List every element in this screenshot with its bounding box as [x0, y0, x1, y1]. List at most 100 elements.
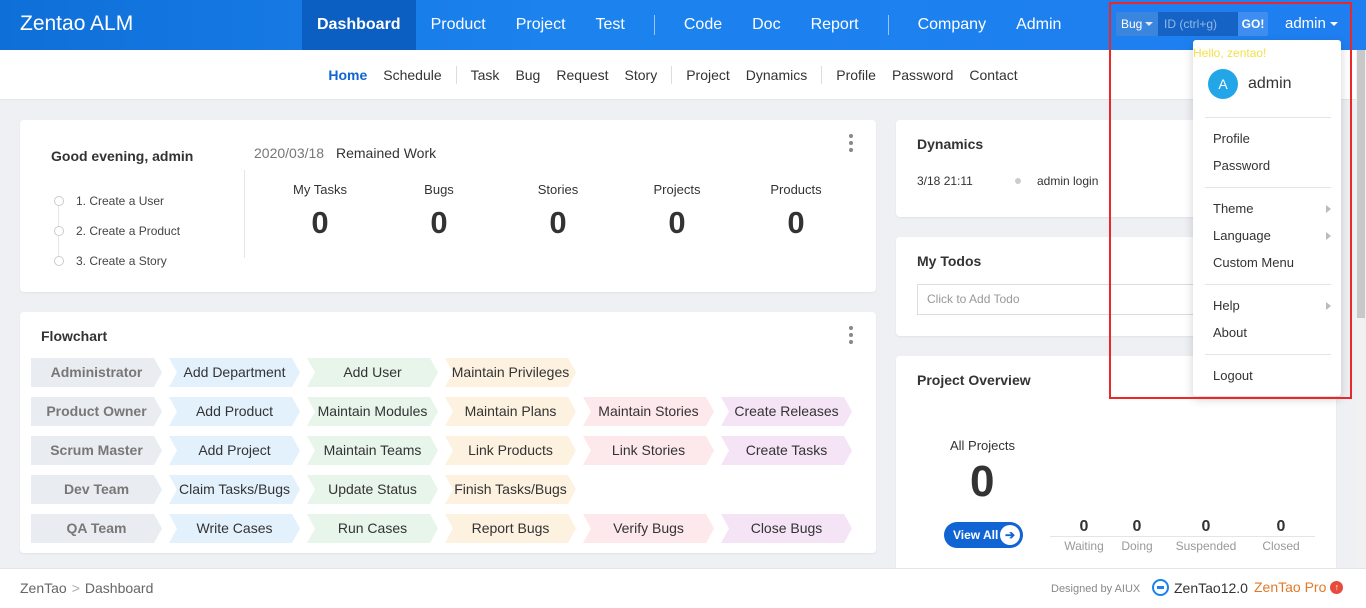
stat-label: Stories [537, 182, 579, 197]
stat-bugs[interactable]: Bugs 0 [379, 182, 499, 241]
version-text: ZenTao12.0 [1174, 579, 1248, 596]
flow-step[interactable]: Finish Tasks/Bugs [445, 475, 576, 504]
step-label: 2. Create a Product [76, 224, 181, 238]
project-stat-suspended[interactable]: 0 Suspended [1170, 518, 1242, 553]
flow-step[interactable]: Update Status [307, 475, 438, 504]
step-item[interactable]: 2. Create a Product [54, 216, 180, 246]
subnav-contact[interactable]: Contact [961, 67, 1025, 83]
flow-step[interactable]: Link Stories [583, 436, 714, 465]
flow-step[interactable]: Write Cases [169, 514, 300, 543]
subnav-schedule[interactable]: Schedule [375, 67, 449, 83]
nav-project[interactable]: Project [501, 0, 581, 50]
main-nav: Dashboard Product Project Test Code Doc … [302, 0, 1076, 50]
arrow-right-icon: ➔ [1000, 525, 1020, 545]
flow-row-scrum-master: Scrum Master Add Project Maintain Teams … [31, 436, 859, 465]
app-title[interactable]: Zentao ALM [20, 12, 133, 36]
project-stat-waiting[interactable]: 0 Waiting [1056, 518, 1112, 553]
flow-row-administrator: Administrator Add Department Add User Ma… [31, 358, 583, 387]
more-options-icon[interactable] [849, 134, 853, 152]
subnav-story[interactable]: Story [617, 67, 666, 83]
subnav-request[interactable]: Request [548, 67, 616, 83]
flow-step[interactable]: Report Bugs [445, 514, 576, 543]
stat-products[interactable]: Products 0 [736, 182, 856, 241]
flow-step[interactable]: Create Releases [721, 397, 852, 426]
flow-step[interactable]: Verify Bugs [583, 514, 714, 543]
step-item[interactable]: 3. Create a Story [54, 246, 180, 276]
bullet-icon [1015, 178, 1021, 184]
flow-step[interactable]: Maintain Stories [583, 397, 714, 426]
flow-step[interactable]: Close Bugs [721, 514, 852, 543]
nav-admin[interactable]: Admin [1001, 0, 1076, 50]
subnav-home[interactable]: Home [320, 67, 375, 83]
breadcrumb-separator-icon: > [71, 580, 80, 596]
stat-value: 0 [1201, 518, 1211, 535]
step-item[interactable]: 1. Create a User [54, 186, 180, 216]
dynamics-time: 3/18 21:11 [917, 174, 973, 188]
more-options-icon[interactable] [849, 326, 853, 344]
nav-divider [653, 15, 655, 35]
scrollbar-thumb[interactable] [1357, 50, 1365, 318]
flow-step[interactable]: Maintain Modules [307, 397, 438, 426]
dynamics-text[interactable]: admin login [1037, 174, 1098, 188]
view-all-button[interactable]: View All ➔ [944, 522, 1023, 548]
subnav-password[interactable]: Password [884, 67, 961, 83]
flow-step[interactable]: Create Tasks [721, 436, 852, 465]
todos-title: My Todos [917, 253, 982, 269]
greeting-text: Good evening, admin [51, 148, 194, 164]
all-projects-label: All Projects [950, 438, 1016, 453]
stat-stories[interactable]: Stories 0 [498, 182, 618, 241]
nav-company[interactable]: Company [903, 0, 1001, 50]
project-stat-closed[interactable]: 0 Closed [1256, 518, 1306, 553]
subnav-profile[interactable]: Profile [828, 67, 884, 83]
nav-report[interactable]: Report [796, 0, 874, 50]
subnav-dynamics[interactable]: Dynamics [738, 67, 815, 83]
flow-role: QA Team [31, 514, 162, 543]
upgrade-icon: ↑ [1330, 580, 1344, 594]
nav-test[interactable]: Test [581, 0, 640, 50]
zentao-logo-icon [1152, 579, 1169, 596]
dynamics-title: Dynamics [917, 136, 984, 152]
flow-step[interactable]: Maintain Privileges [445, 358, 576, 387]
flow-step[interactable]: Add User [307, 358, 438, 387]
stat-projects[interactable]: Projects 0 [617, 182, 737, 241]
subnav-bug[interactable]: Bug [507, 67, 548, 83]
nav-product[interactable]: Product [416, 0, 501, 50]
stat-value: 0 [1132, 518, 1142, 535]
stat-value: 0 [311, 205, 329, 240]
stat-my-tasks[interactable]: My Tasks 0 [260, 182, 380, 241]
all-projects-value: 0 [970, 457, 995, 506]
subnav-task[interactable]: Task [463, 67, 508, 83]
stat-value: 0 [1079, 518, 1089, 535]
nav-code[interactable]: Code [669, 0, 737, 50]
flow-row-dev-team: Dev Team Claim Tasks/Bugs Update Status … [31, 475, 583, 504]
subnav-divider [455, 65, 457, 84]
flow-step[interactable]: Run Cases [307, 514, 438, 543]
project-stat-doing[interactable]: 0 Doing [1117, 518, 1157, 553]
stat-label: Closed [1262, 539, 1300, 553]
nav-doc[interactable]: Doc [737, 0, 795, 50]
flow-role: Dev Team [31, 475, 162, 504]
flow-step[interactable]: Add Department [169, 358, 300, 387]
welcome-panel: Good evening, admin 1. Create a User 2. … [20, 120, 876, 292]
breadcrumb: ZenTao > Dashboard [20, 580, 153, 596]
stat-label: Products [770, 182, 822, 197]
flow-step[interactable]: Add Product [169, 397, 300, 426]
stat-value: 0 [1276, 518, 1286, 535]
zentao-pro-link[interactable]: ZenTao Pro ↑ [1254, 579, 1344, 595]
stat-label: Waiting [1064, 539, 1104, 553]
nav-dashboard[interactable]: Dashboard [302, 0, 416, 50]
flow-step[interactable]: Link Products [445, 436, 576, 465]
breadcrumb-root[interactable]: ZenTao [20, 580, 67, 596]
flow-step[interactable]: Claim Tasks/Bugs [169, 475, 300, 504]
flow-role: Product Owner [31, 397, 162, 426]
flow-step[interactable]: Add Project [169, 436, 300, 465]
breadcrumb-current[interactable]: Dashboard [85, 580, 154, 596]
subnav-project[interactable]: Project [678, 67, 738, 83]
page-scrollbar[interactable] [1356, 50, 1366, 568]
stat-value: 0 [549, 205, 567, 240]
version-link[interactable]: ZenTao12.0 [1152, 579, 1248, 596]
stat-label: Projects [653, 182, 701, 197]
view-all-label: View All [953, 528, 999, 542]
flow-step[interactable]: Maintain Plans [445, 397, 576, 426]
flow-step[interactable]: Maintain Teams [307, 436, 438, 465]
